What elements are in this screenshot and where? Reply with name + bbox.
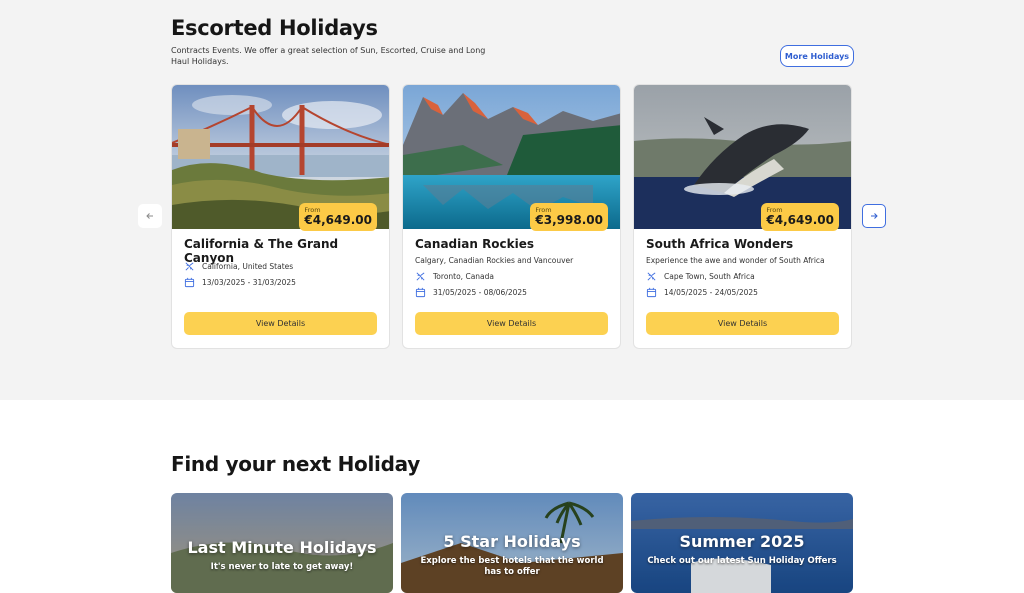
- plane-icon: [415, 271, 426, 282]
- tile-last-minute[interactable]: Last Minute Holidays It's never to late …: [171, 493, 393, 593]
- calendar-icon: [646, 287, 657, 298]
- plane-icon: [646, 271, 657, 282]
- section-description: Contracts Events. We offer a great selec…: [171, 46, 486, 66]
- price-value: €4,649.00: [304, 213, 372, 227]
- dates-text: 14/05/2025 - 24/05/2025: [664, 288, 758, 297]
- price-value: €4,649.00: [766, 213, 834, 227]
- dates-text: 31/05/2025 - 08/06/2025: [433, 288, 527, 297]
- card-title[interactable]: Canadian Rockies: [415, 237, 534, 251]
- location-text: California, United States: [202, 262, 294, 271]
- view-details-button[interactable]: View Details: [415, 312, 608, 335]
- find-holiday-title: Find your next Holiday: [171, 452, 420, 476]
- card-subtitle: Calgary, Canadian Rockies and Vancouver: [415, 256, 574, 265]
- holiday-card[interactable]: From €4,649.00 California & The Grand Ca…: [171, 84, 390, 349]
- location-row: California, United States: [184, 261, 293, 272]
- location-row: Toronto, Canada: [415, 271, 494, 282]
- dates-row: 13/03/2025 - 31/03/2025: [184, 277, 296, 288]
- tile-title: Last Minute Holidays: [187, 538, 377, 557]
- section-title: Escorted Holidays: [171, 16, 378, 40]
- view-details-button[interactable]: View Details: [184, 312, 377, 335]
- dates-row: 14/05/2025 - 24/05/2025: [646, 287, 758, 298]
- carousel-prev-button[interactable]: [138, 204, 162, 228]
- location-text: Cape Town, South Africa: [664, 272, 755, 281]
- holiday-card[interactable]: From €3,998.00 Canadian Rockies Calgary,…: [402, 84, 621, 349]
- more-holidays-button[interactable]: More Holidays: [780, 45, 854, 67]
- tile-subtitle: It's never to late to get away!: [210, 562, 354, 572]
- card-subtitle: Experience the awe and wonder of South A…: [646, 256, 825, 265]
- dates-row: 31/05/2025 - 08/06/2025: [415, 287, 527, 298]
- price-badge: From €4,649.00: [761, 203, 839, 231]
- arrow-right-icon: [869, 211, 879, 221]
- location-text: Toronto, Canada: [433, 272, 494, 281]
- carousel-next-button[interactable]: [862, 204, 886, 228]
- dates-text: 13/03/2025 - 31/03/2025: [202, 278, 296, 287]
- tile-title: 5 Star Holidays: [443, 532, 581, 551]
- price-badge: From €4,649.00: [299, 203, 377, 231]
- escorted-holidays-section: Escorted Holidays Contracts Events. We o…: [0, 0, 1024, 400]
- view-details-button[interactable]: View Details: [646, 312, 839, 335]
- card-title[interactable]: South Africa Wonders: [646, 237, 793, 251]
- tile-subtitle: Explore the best hotels that the world h…: [420, 556, 604, 577]
- plane-icon: [184, 261, 195, 272]
- calendar-icon: [415, 287, 426, 298]
- tile-subtitle: Check out our latest Sun Holiday Offers: [647, 556, 837, 566]
- price-badge: From €3,998.00: [530, 203, 608, 231]
- tile-5-star[interactable]: 5 Star Holidays Explore the best hotels …: [401, 493, 623, 593]
- tile-title: Summer 2025: [679, 532, 805, 551]
- holiday-card[interactable]: From €4,649.00 South Africa Wonders Expe…: [633, 84, 852, 349]
- price-value: €3,998.00: [535, 213, 603, 227]
- arrow-left-icon: [145, 211, 155, 221]
- location-row: Cape Town, South Africa: [646, 271, 755, 282]
- calendar-icon: [184, 277, 195, 288]
- tile-summer-2025[interactable]: Summer 2025 Check out our latest Sun Hol…: [631, 493, 853, 593]
